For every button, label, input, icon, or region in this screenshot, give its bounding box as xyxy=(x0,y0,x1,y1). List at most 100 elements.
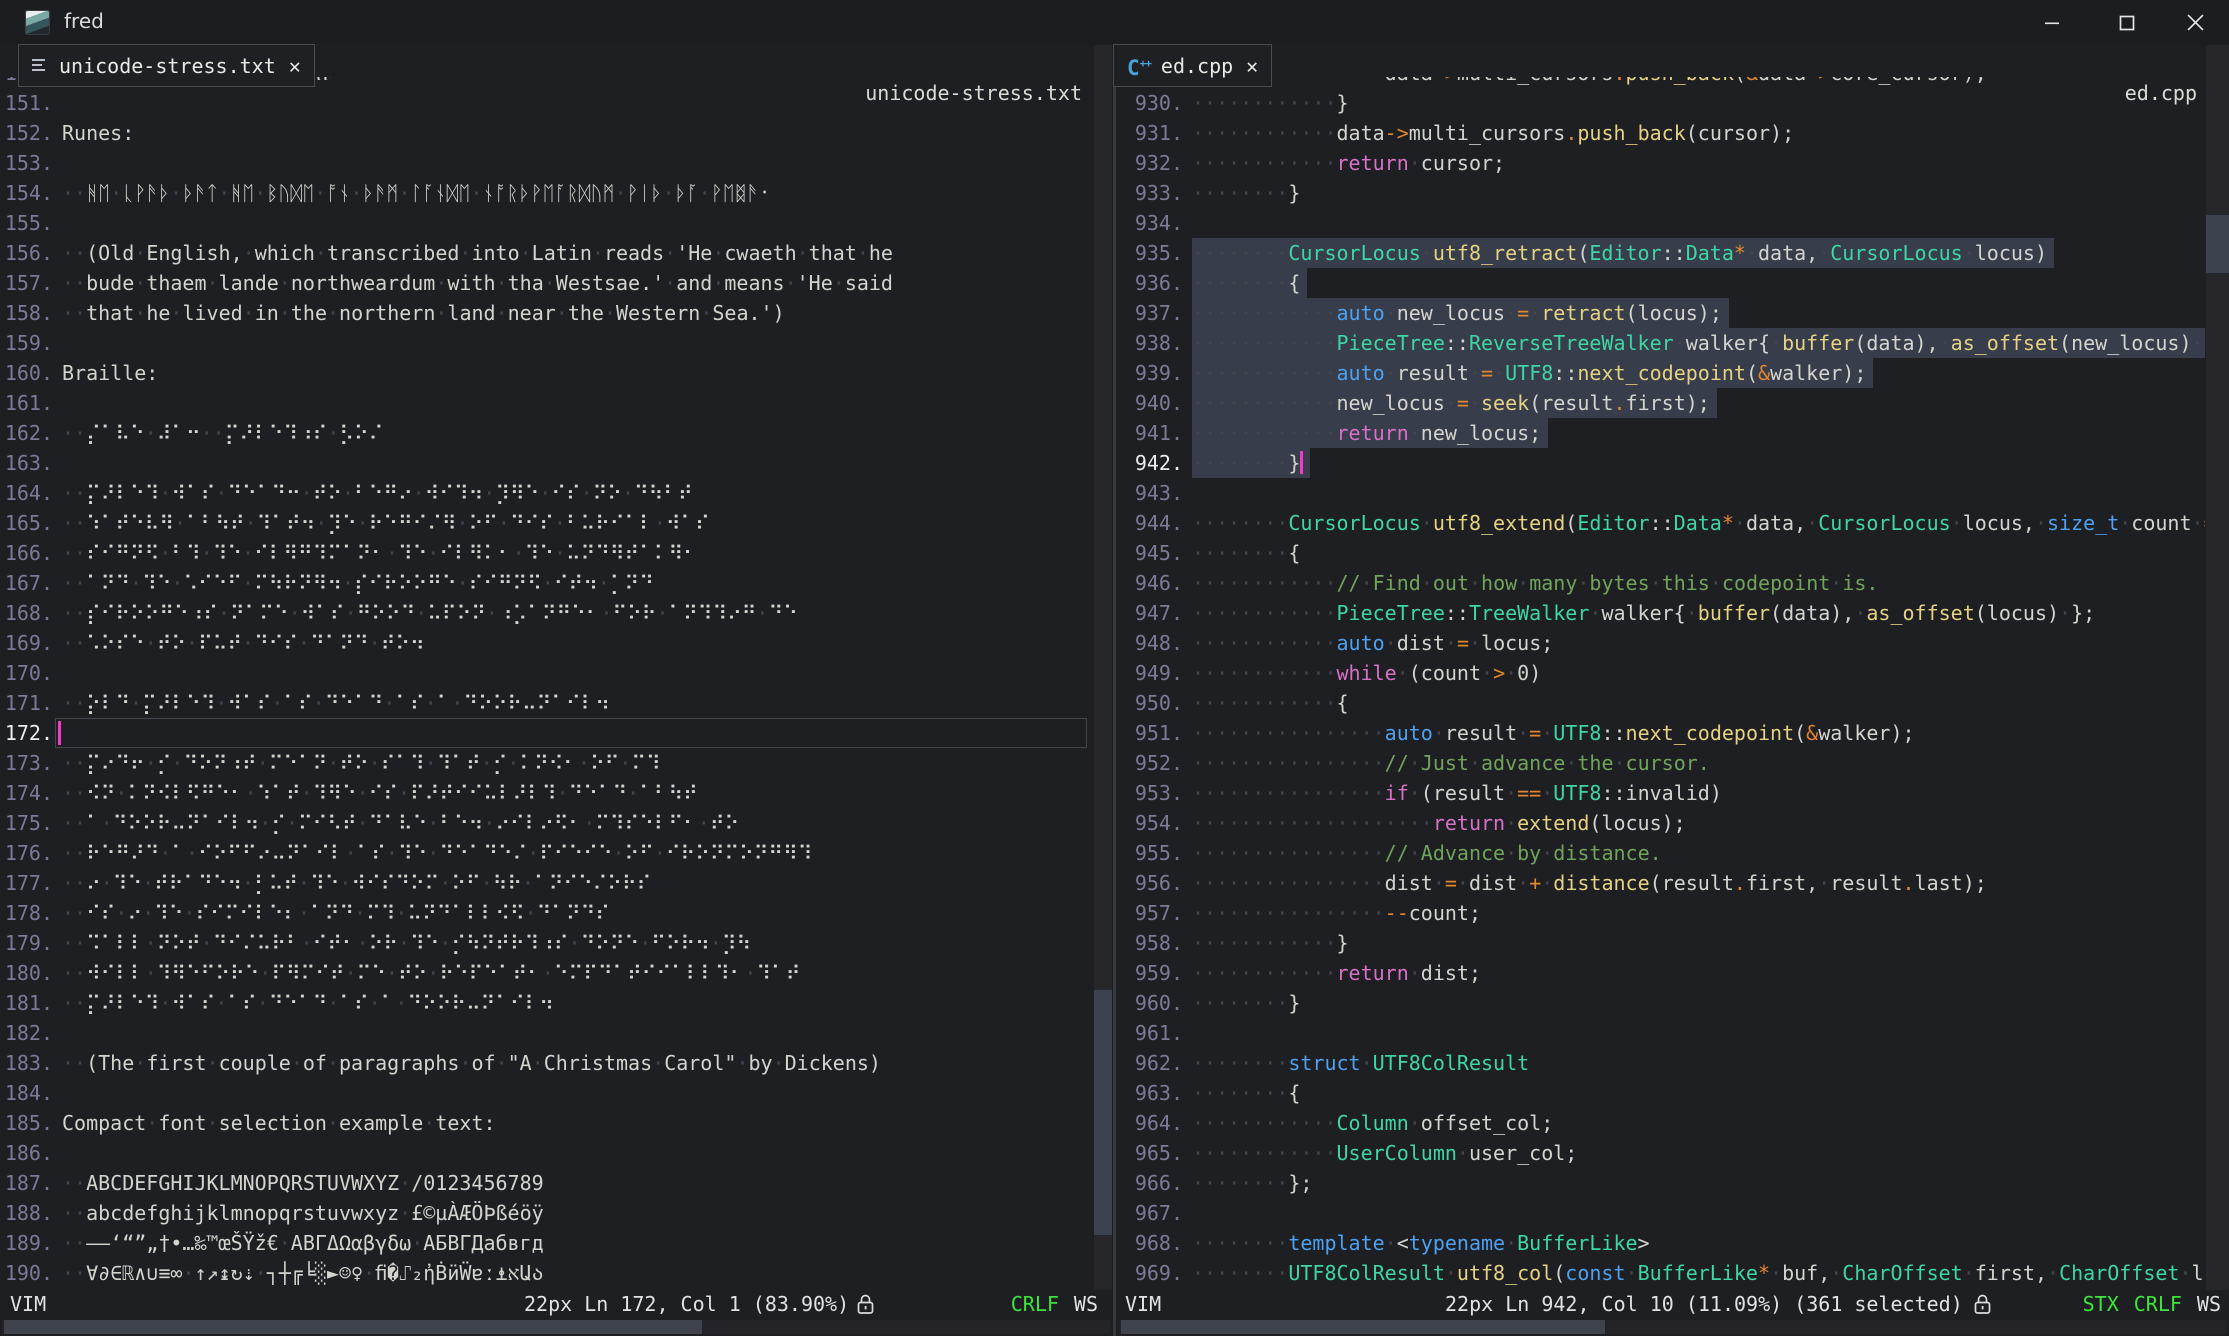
tab-close-icon[interactable]: ✕ xyxy=(289,54,301,78)
maximize-button[interactable] xyxy=(2095,0,2159,45)
code-line-176[interactable]: 176.··⠗⠑⠛⠜⠙·⠁·⠊⠕⠋⠋⠔⠤⠝⠁⠊⠇·⠁⠎·⠹⠑·⠙⠑⠁⠙⠑⠌·⠏⠊… xyxy=(0,838,1090,868)
code-line-162[interactable]: 162.··⡌⠁⠧⠑·⠼⠁⠒··⡍⠜⠇⠑⠹⠰⠎·⡣⠕⠌ xyxy=(0,418,1090,448)
code-line-186[interactable]: 186. xyxy=(0,1138,1090,1168)
code-line-171[interactable]: 171.··⡕⠇⠙·⡍⠜⠇⠑⠹·⠺⠁⠎·⠁⠎·⠙⠑⠁⠙·⠁⠎·⠁·⠙⠕⠕⠗⠤⠝⠁… xyxy=(0,688,1090,718)
code-line-945[interactable]: 945.········{ xyxy=(1117,538,2205,568)
tab-close-icon[interactable]: ✕ xyxy=(1246,54,1258,78)
code-line-190[interactable]: 190.··∀∂∈ℝ∧∪≡∞·↑↗↨↻⇣·┐┼╔╘░►☺♀·ﬁ�⑀₂ἠḂӥẄɐː… xyxy=(0,1258,1090,1288)
code-line-160[interactable]: 160.Braille: xyxy=(0,358,1090,388)
code-line-968[interactable]: 968.········template·<typename·BufferLik… xyxy=(1117,1228,2205,1258)
code-line-961[interactable]: 961. xyxy=(1117,1018,2205,1048)
code-line-178[interactable]: 178.··⠊⠎·⠔·⠹⠑·⠎⠊⠍⠊⠇⠑⠆·⠁⠝⠙·⠍⠹·⠥⠝⠙⠁⠇⠇⠪⠫·⠙⠁… xyxy=(0,898,1090,928)
code-line-960[interactable]: 960.········} xyxy=(1117,988,2205,1018)
code-line-953[interactable]: 953.················if·(result·==·UTF8::… xyxy=(1117,778,2205,808)
code-line-956[interactable]: 956.················dist·=·dist·+·distan… xyxy=(1117,868,2205,898)
code-line-168[interactable]: 168.··⡎⠊⠗⠕⠕⠛⠑⠰⠎·⠝⠁⠍⠑·⠺⠁⠎·⠛⠕⠕⠙·⠥⠏⠕⠝·⠰⡡⠁⠝⠛… xyxy=(0,598,1090,628)
code-line-949[interactable]: 949.············while·(count·>·0) xyxy=(1117,658,2205,688)
left-horizontal-scrollbar-thumb[interactable] xyxy=(4,1320,702,1334)
right-vertical-scrollbar[interactable] xyxy=(2206,45,2229,1290)
code-line-935[interactable]: 935.········CursorLocus·utf8_retract(Edi… xyxy=(1117,238,2205,268)
code-line-962[interactable]: 962.········struct·UTF8ColResult xyxy=(1117,1048,2205,1078)
code-line-955[interactable]: 955.················//·Advance·by·distan… xyxy=(1117,838,2205,868)
code-line-155[interactable]: 155. xyxy=(0,208,1090,238)
code-line-943[interactable]: 943. xyxy=(1117,478,2205,508)
code-line-931[interactable]: 931.············data->multi_cursors.push… xyxy=(1117,118,2205,148)
code-line-161[interactable]: 161. xyxy=(0,388,1090,418)
code-line-152[interactable]: 152.Runes: xyxy=(0,118,1090,148)
code-line-180[interactable]: 180.··⠺⠊⠇⠇·⠹⠻⠑⠋⠕⠗⠑·⠏⠻⠍⠊⠞·⠍⠑·⠞⠕·⠗⠑⠏⠑⠁⠞⠂·⠑… xyxy=(0,958,1090,988)
code-line-965[interactable]: 965.············UserColumn·user_col; xyxy=(1117,1138,2205,1168)
code-line-157[interactable]: 157.··bude·thaem·lande·northweardum·with… xyxy=(0,268,1090,298)
left-vertical-scrollbar-thumb[interactable] xyxy=(1094,990,1112,1235)
code-line-966[interactable]: 966.········}; xyxy=(1117,1168,2205,1198)
code-line-189[interactable]: 189.··–—‘“”„†•…‰™œŠŸž€·ΑΒΓΔΩαβγδω·АБВГДа… xyxy=(0,1228,1090,1258)
code-line-967[interactable]: 967. xyxy=(1117,1198,2205,1228)
code-line-179[interactable]: 179.··⠩⠁⠇⠇·⠝⠕⠞·⠙⠊⠌⠥⠗⠃·⠊⠞⠂·⠕⠗·⠹⠑·⡊⠳⠝⠞⠗⠹⠰⠎… xyxy=(0,928,1090,958)
code-line-954[interactable]: 954.····················return·extend(lo… xyxy=(1117,808,2205,838)
code-line-944[interactable]: 944.········CursorLocus·utf8_extend(Edit… xyxy=(1117,508,2205,538)
code-line-187[interactable]: 187.··ABCDEFGHIJKLMNOPQRSTUVWXYZ·/012345… xyxy=(0,1168,1090,1198)
right-horizontal-scrollbar[interactable] xyxy=(1119,1320,2227,1334)
code-line-930[interactable]: 930.············} xyxy=(1117,88,2205,118)
code-line-158[interactable]: 158.··that·he·lived·in·the·northern·land… xyxy=(0,298,1090,328)
code-line-957[interactable]: 957.················--count; xyxy=(1117,898,2205,928)
code-line-937[interactable]: 937.············auto·new_locus·=·retract… xyxy=(1117,298,2205,328)
code-line-951[interactable]: 951.················auto·result·=·UTF8::… xyxy=(1117,718,2205,748)
code-line-938[interactable]: 938.············PieceTree::ReverseTreeWa… xyxy=(1117,328,2205,358)
code-line-172[interactable]: 172. xyxy=(0,718,1090,748)
code-line-177[interactable]: 177.··⠔·⠹⠑·⠞⠗⠁⠙⠑⠲·⡃⠥⠞·⠹⠑·⠺⠊⠎⠙⠕⠍·⠕⠋·⠳⠗·⠁⠝… xyxy=(0,868,1090,898)
code-line-164[interactable]: 164.··⡍⠜⠇⠑⠹·⠺⠁⠎·⠙⠑⠁⠙⠒·⠞⠕·⠃⠑⠛⠔·⠺⠊⠹⠲·⡹⠻⠑·⠊… xyxy=(0,478,1090,508)
code-line-188[interactable]: 188.··abcdefghijklmnopqrstuvwxyz·£©µÀÆÖÞ… xyxy=(0,1198,1090,1228)
code-line-156[interactable]: 156.··(Old·English,·which·transcribed·in… xyxy=(0,238,1090,268)
code-line-159[interactable]: 159. xyxy=(0,328,1090,358)
code-line-947[interactable]: 947.············PieceTree::TreeWalker·wa… xyxy=(1117,598,2205,628)
code-line-182[interactable]: 182. xyxy=(0,1018,1090,1048)
code-line-963[interactable]: 963.········{ xyxy=(1117,1078,2205,1108)
code-line-933[interactable]: 933.········} xyxy=(1117,178,2205,208)
code-line-184[interactable]: 184. xyxy=(0,1078,1090,1108)
code-line-154[interactable]: 154.··ᚻᛖ·ᚳᚹᚫᚦ·ᚦᚫᛏ·ᚻᛖ·ᛒᚢᛞᛖ·ᚩᚾ·ᚦᚫᛗ·ᛚᚪᚾᛞᛖ·ᚾ… xyxy=(0,178,1090,208)
line-text: ············UserColumn·user_col; xyxy=(1192,1138,1577,1168)
code-line-939[interactable]: 939.············auto·result·=·UTF8::next… xyxy=(1117,358,2205,388)
code-line-959[interactable]: 959.············return·dist; xyxy=(1117,958,2205,988)
code-line-169[interactable]: 169.··⠡⠕⠎⠑·⠞⠕·⠏⠥⠞·⠙⠊⠎·⠙⠁⠝⠙·⠞⠕⠲ xyxy=(0,628,1090,658)
close-button[interactable] xyxy=(2163,0,2227,45)
tab-unicode-stress-txt[interactable]: unicode-stress.txt ✕ xyxy=(18,44,315,87)
code-line-942[interactable]: 942.········} xyxy=(1117,448,2205,478)
code-line-163[interactable]: 163. xyxy=(0,448,1090,478)
right-horizontal-scrollbar-thumb[interactable] xyxy=(1121,1320,1605,1334)
code-line-964[interactable]: 964.············Column·offset_col; xyxy=(1117,1108,2205,1138)
code-line-936[interactable]: 936.········{ xyxy=(1117,268,2205,298)
code-line-958[interactable]: 958.············} xyxy=(1117,928,2205,958)
code-line-948[interactable]: 948.············auto·dist·=·locus; xyxy=(1117,628,2205,658)
tab-ed-cpp[interactable]: C++ ed.cpp ✕ xyxy=(1113,44,1272,87)
code-line-175[interactable]: 175.··⠁·⠙⠕⠕⠗⠤⠝⠁⠊⠇⠲·⡊·⠍⠊⠣⠞·⠙⠁⠧⠑·⠃⠑⠲·⠔⠊⠇⠔⠫… xyxy=(0,808,1090,838)
code-line-170[interactable]: 170. xyxy=(0,658,1090,688)
code-line-932[interactable]: 932.············return·cursor; xyxy=(1117,148,2205,178)
line-number: 189. xyxy=(0,1228,62,1258)
code-line-173[interactable]: 173.··⡍⠔⠙⠖·⡊·⠙⠕⠝⠰⠞·⠍⠑⠁⠝·⠞⠕·⠎⠁⠹·⠹⠁⠞·⡊·⠅⠝⠪… xyxy=(0,748,1090,778)
code-line-183[interactable]: 183.··(The·first·couple·of·paragraphs·of… xyxy=(0,1048,1090,1078)
code-line-167[interactable]: 167.··⠁⠝⠙·⠹⠑·⠡⠊⠑⠋·⠍⠳⠗⠝⠻⠲·⡎⠊⠗⠕⠕⠛⠑·⠎⠊⠛⠝⠫·⠊… xyxy=(0,568,1090,598)
left-horizontal-scrollbar[interactable] xyxy=(2,1320,1110,1334)
code-line-952[interactable]: 952.················//·Just·advance·the·… xyxy=(1117,748,2205,778)
code-line-950[interactable]: 950.············{ xyxy=(1117,688,2205,718)
pane-divider[interactable] xyxy=(1113,45,1116,1336)
right-vertical-scrollbar-thumb[interactable] xyxy=(2206,215,2229,273)
left-vertical-scrollbar[interactable] xyxy=(1094,45,1112,1290)
code-line-166[interactable]: 166.··⠎⠊⠛⠝⠫·⠃⠹·⠹⠑·⠊⠇⠻⠛⠹⠍⠁⠝⠂·⠹⠑·⠊⠇⠻⠅⠂·⠹⠑·… xyxy=(0,538,1090,568)
minimize-button[interactable] xyxy=(2020,0,2084,45)
code-line-929[interactable]: 929.················data->multi_cursors.… xyxy=(1117,77,2205,88)
code-line-174[interactable]: 174.··⠪⠝·⠅⠝⠪⠇⠫⠛⠑⠂·⠱⠁⠞·⠹⠻⠑·⠊⠎·⠏⠜⠞⠊⠊⠥⠇⠜⠇⠹·… xyxy=(0,778,1090,808)
code-line-946[interactable]: 946.············//·Find·out·how·many·byt… xyxy=(1117,568,2205,598)
code-line-969[interactable]: 969.········UTF8ColResult·utf8_col(const… xyxy=(1117,1258,2205,1288)
editor-pane-unicode-stress[interactable]: 150.··ሰማይ·አይታረስ·ንጉሥ·አይከሰስ።151.152.Runes:… xyxy=(0,77,1090,1290)
code-line-185[interactable]: 185.Compact·font·selection·example·text: xyxy=(0,1108,1090,1138)
editor-pane-ed-cpp[interactable]: 929.················data->multi_cursors.… xyxy=(1117,77,2205,1290)
code-line-940[interactable]: 940.············new_locus·=·seek(result.… xyxy=(1117,388,2205,418)
code-line-934[interactable]: 934. xyxy=(1117,208,2205,238)
code-line-165[interactable]: 165.··⠱⠁⠞⠑⠧⠻·⠁⠃⠳⠞·⠹⠁⠞⠲·⡹⠑·⠗⠑⠛⠊⠌⠻·⠕⠋·⠙⠊⠎·… xyxy=(0,508,1090,538)
code-line-153[interactable]: 153. xyxy=(0,148,1090,178)
code-line-941[interactable]: 941.············return·new_locus; xyxy=(1117,418,2205,448)
code-line-181[interactable]: 181.··⡍⠜⠇⠑⠹·⠺⠁⠎·⠁⠎·⠙⠑⠁⠙·⠁⠎·⠁·⠙⠕⠕⠗⠤⠝⠁⠊⠇⠲ xyxy=(0,988,1090,1018)
